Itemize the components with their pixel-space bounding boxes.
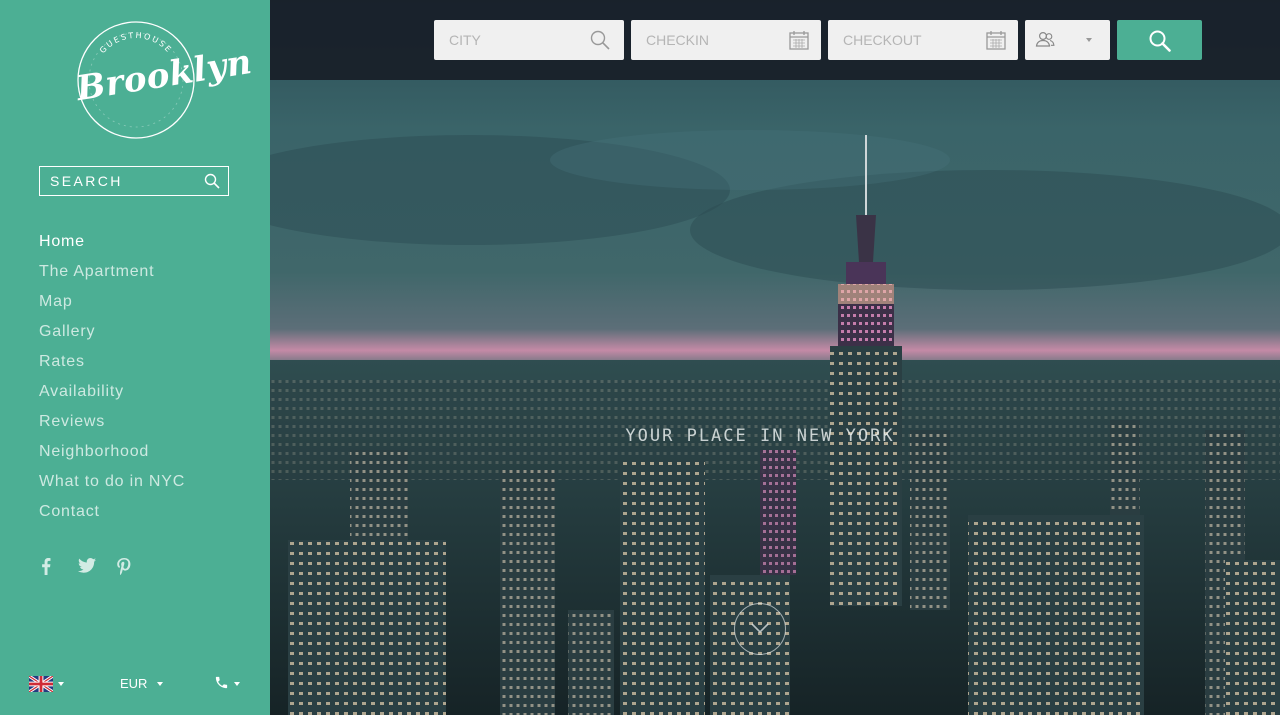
twitter-icon[interactable] [78,558,96,578]
search-icon[interactable] [590,30,610,50]
hero-section: YOUR PLACE IN NEW YORK [270,0,1280,715]
guests-icon [1035,30,1055,50]
checkin-field [631,20,821,60]
search-icon [1149,30,1171,52]
sidebar-search [39,166,229,196]
nav-item-what-to-do[interactable]: What to do in NYC [39,470,185,500]
sidebar-footer: EUR [0,670,270,698]
checkout-input[interactable] [828,20,993,60]
svg-text:GUESTHOUSE: GUESTHOUSE [98,31,174,55]
sidebar: GUESTHOUSE Brooklyn Home The Apartment M… [0,0,270,715]
nav-item-contact[interactable]: Contact [39,500,185,530]
city-input[interactable] [434,20,599,60]
language-caret-icon[interactable] [58,682,64,686]
scroll-down-button[interactable] [734,603,786,655]
phone-caret-icon[interactable] [234,682,240,686]
nav-item-home[interactable]: Home [39,230,185,260]
brand-logo[interactable]: GUESTHOUSE Brooklyn [74,20,255,140]
search-button[interactable] [1117,20,1202,60]
checkout-field [828,20,1018,60]
guests-caret-icon [1086,38,1092,42]
calendar-icon[interactable] [986,30,1006,50]
search-icon[interactable] [204,173,220,189]
facebook-icon[interactable] [41,558,51,580]
nav-item-rates[interactable]: Rates [39,350,185,380]
nav-item-reviews[interactable]: Reviews [39,410,185,440]
nav-item-the-apartment[interactable]: The Apartment [39,260,185,290]
chevron-down-icon [751,623,769,634]
phone-icon[interactable] [214,675,230,691]
city-field [434,20,624,60]
currency-selector[interactable]: EUR [120,676,147,691]
sidebar-nav: Home The Apartment Map Gallery Rates Ava… [39,230,185,530]
sidebar-search-input[interactable] [40,167,200,195]
pinterest-icon[interactable] [117,558,131,580]
uk-flag-icon[interactable] [28,674,54,694]
logo-ring-text: GUESTHOUSE [98,31,172,55]
booking-bar [270,0,1280,80]
nav-item-availability[interactable]: Availability [39,380,185,410]
calendar-icon[interactable] [789,30,809,50]
checkin-input[interactable] [631,20,796,60]
currency-caret-icon[interactable] [157,682,163,686]
nav-item-map[interactable]: Map [39,290,185,320]
nav-item-neighborhood[interactable]: Neighborhood [39,440,185,470]
hero-tagline: YOUR PLACE IN NEW YORK [625,426,895,446]
guests-selector[interactable] [1025,20,1110,60]
nav-item-gallery[interactable]: Gallery [39,320,185,350]
